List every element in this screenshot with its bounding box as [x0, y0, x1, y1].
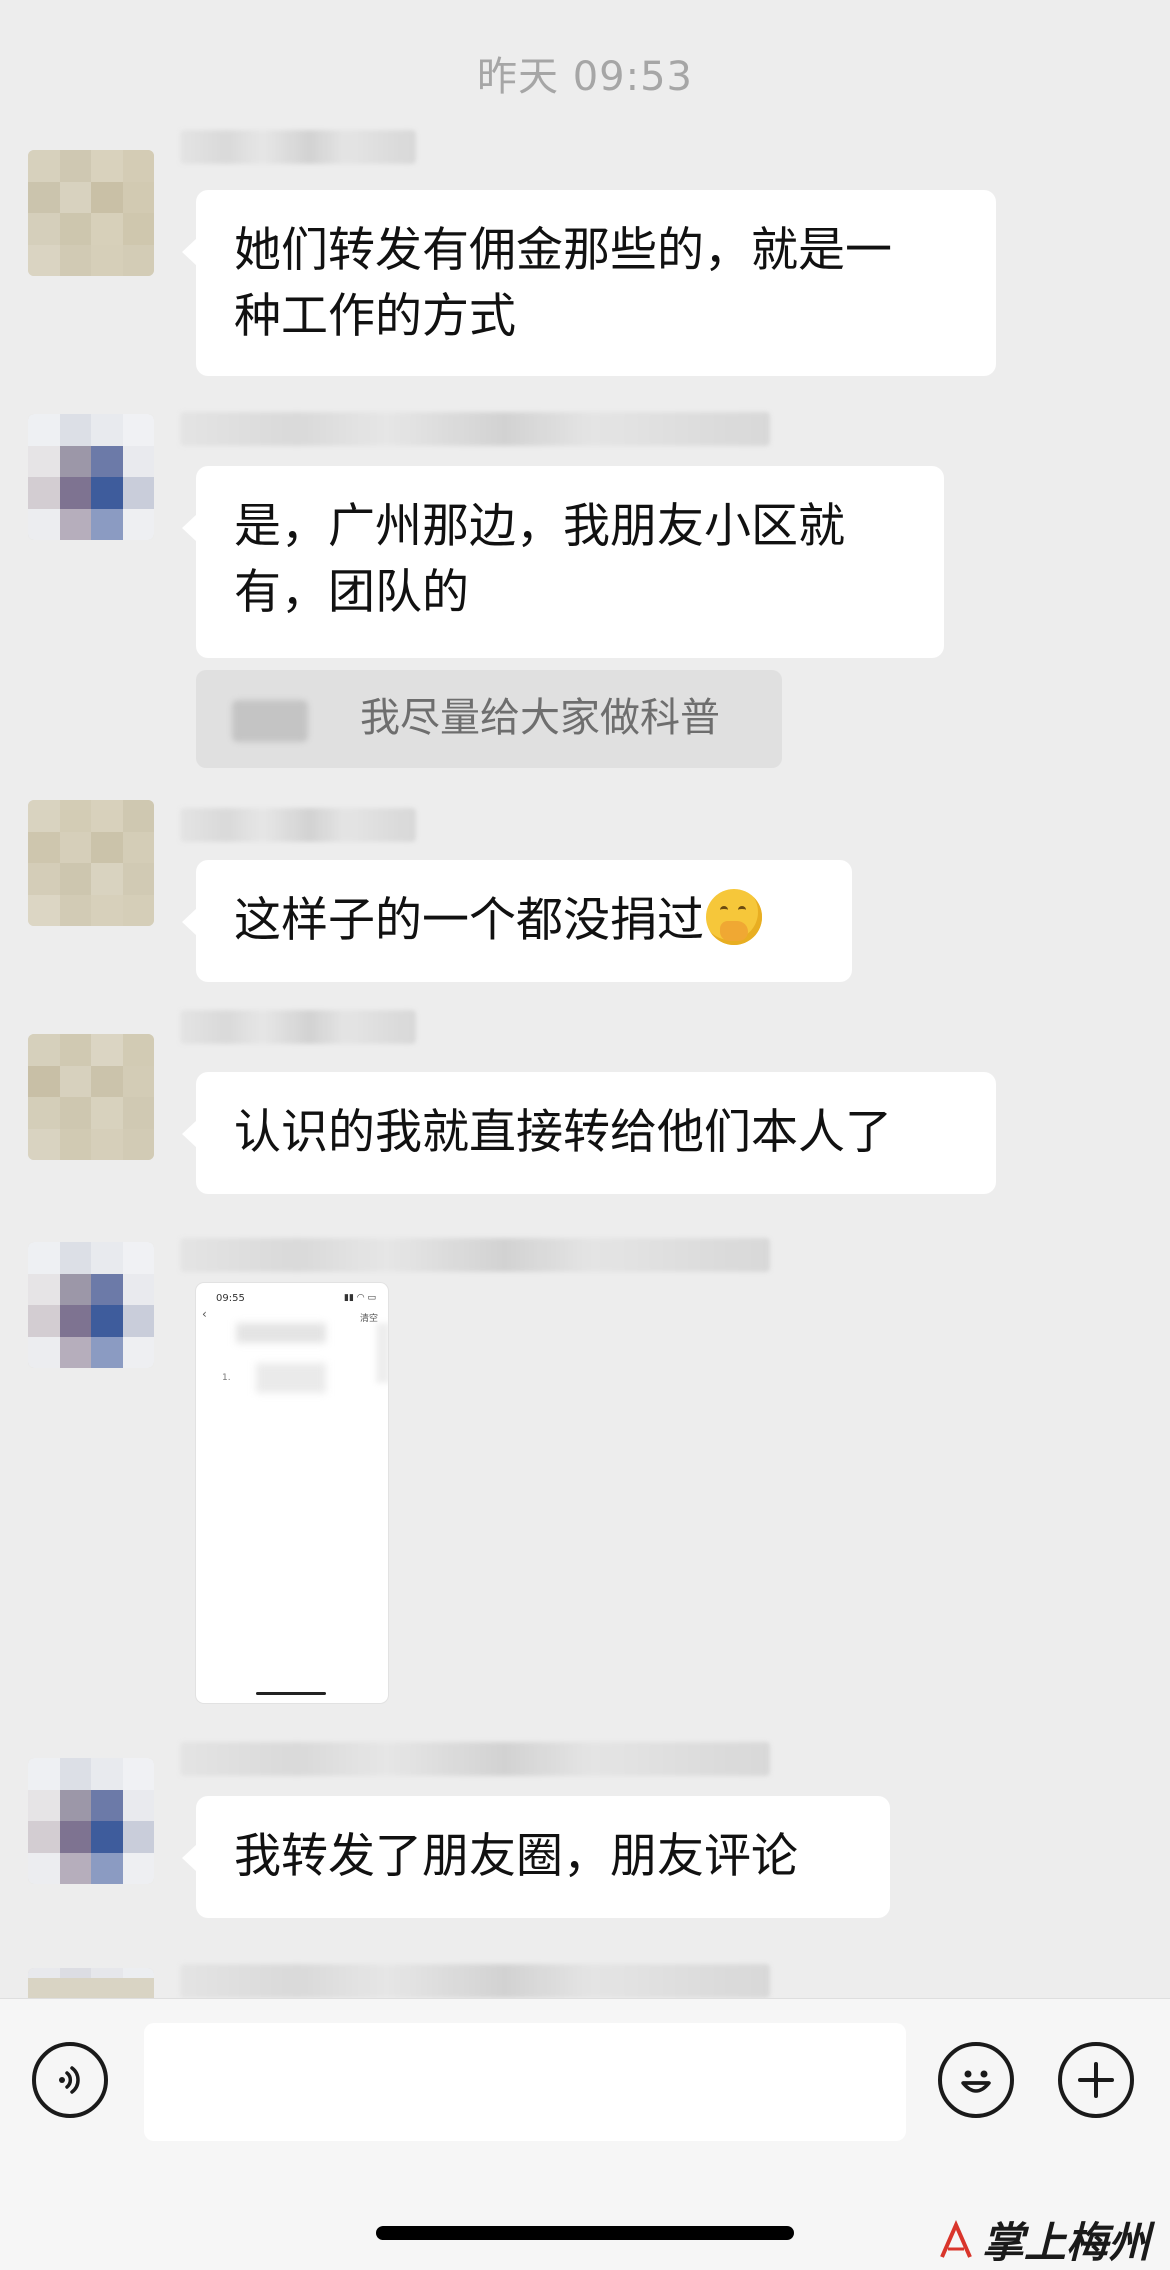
quoted-sender-blurred	[232, 700, 308, 742]
message-bubble[interactable]: 这样子的一个都没捐过	[182, 860, 852, 982]
message-text: 这样子的一个都没捐过	[234, 893, 704, 948]
quoted-message[interactable]: 我尽量给大家做科普	[196, 670, 782, 768]
message-bubble[interactable]: 是，广州那边，我朋友小区就 有，团队的	[182, 466, 944, 658]
voice-icon	[59, 2066, 80, 2094]
thumbnail-status-time: 09:55	[216, 1293, 245, 1304]
message-text: 认识的我就直接转给他们本人了	[234, 1105, 892, 1160]
watermark-logo-icon	[940, 2219, 972, 2258]
image-message[interactable]: 09:55 ▮▮ ◠ ▭ ‹ 清空 1.	[196, 1283, 388, 1703]
quoted-text: 我尽量给大家做科普	[360, 695, 720, 741]
message-input[interactable]	[144, 2023, 906, 2141]
message-text-line: 种工作的方式	[234, 289, 516, 344]
avatar[interactable]	[28, 1242, 154, 1368]
avatar[interactable]	[28, 1034, 154, 1160]
sender-name-blurred	[180, 1010, 416, 1044]
message-text: 我转发了朋友圈，朋友评论	[234, 1829, 798, 1884]
plus-icon	[1078, 2062, 1114, 2098]
sender-name-blurred	[180, 1238, 770, 1272]
avatar[interactable]	[28, 1758, 154, 1884]
voice-button[interactable]	[32, 2042, 108, 2118]
message-text-line: 她们转发有佣金那些的，就是一	[234, 223, 892, 278]
sender-name-blurred	[180, 130, 416, 164]
message-bubble[interactable]: 认识的我就直接转给他们本人了	[182, 1072, 996, 1194]
message-bubble[interactable]: 她们转发有佣金那些的，就是一 种工作的方式	[182, 190, 996, 376]
emoji-button[interactable]	[938, 2042, 1014, 2118]
emoji-icon	[961, 2070, 991, 2093]
message-bubble[interactable]: 我转发了朋友圈，朋友评论	[182, 1796, 890, 1918]
thumbnail-back-icon: ‹	[202, 1307, 207, 1321]
message-text-line: 有，团队的	[234, 565, 469, 620]
home-indicator[interactable]	[376, 2226, 794, 2240]
sender-name-blurred	[180, 412, 770, 446]
sender-name-blurred	[180, 1964, 770, 1998]
sender-name-blurred	[180, 1742, 770, 1776]
hand-over-mouth-emoji-icon	[706, 889, 762, 945]
avatar[interactable]	[28, 800, 154, 926]
watermark-text: 掌上梅州	[981, 2218, 1150, 2267]
chat-area[interactable]: 昨天 09:53 她们转发有佣金那些的，就是一 种工作的方式 是，广州那边，我朋…	[0, 0, 1170, 2000]
sender-name-blurred	[180, 808, 416, 842]
watermark: 掌上梅州	[938, 2209, 1150, 2270]
thumbnail-status-icons: ▮▮ ◠ ▭	[344, 1293, 376, 1303]
input-bar: 掌上梅州	[0, 1998, 1170, 2270]
avatar[interactable]	[28, 414, 154, 540]
add-button[interactable]	[1058, 2042, 1134, 2118]
message-text-line: 是，广州那边，我朋友小区就	[234, 499, 845, 554]
avatar[interactable]	[28, 1968, 154, 2000]
thumbnail-list-number: 1.	[222, 1373, 231, 1383]
avatar[interactable]	[28, 150, 154, 276]
message-timestamp: 昨天 09:53	[477, 54, 693, 100]
